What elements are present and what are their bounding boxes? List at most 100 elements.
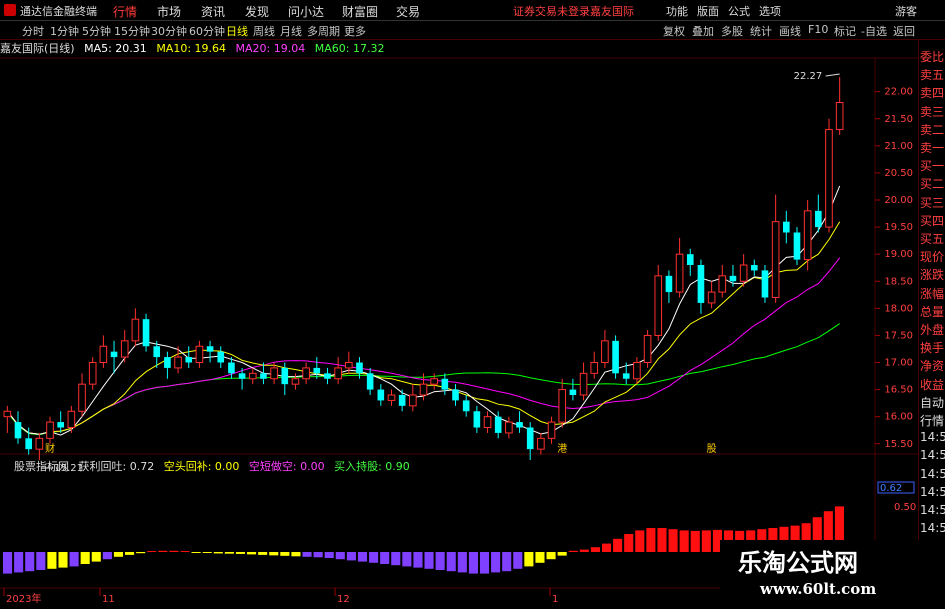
candle-body: [270, 367, 278, 380]
sidebar-label: 涨跌: [920, 268, 945, 283]
indicator-bar: [224, 552, 234, 554]
sidebar-label[interactable]: 行情: [920, 412, 944, 429]
period-15min[interactable]: 15分钟: [114, 23, 150, 39]
indicator-bar: [280, 552, 290, 556]
candle-body: [99, 345, 108, 363]
period-weekly[interactable]: 周线: [253, 23, 275, 39]
candle-body: [387, 394, 396, 401]
candle-body: [174, 356, 182, 369]
candle-body: [505, 421, 513, 434]
ma20-label: MA20: 19.04: [235, 42, 306, 55]
indicator-bar: [47, 552, 57, 569]
tool-f10[interactable]: F10: [808, 23, 828, 36]
candle-body: [601, 340, 609, 364]
candle-body: [3, 410, 12, 418]
menu-news[interactable]: 资讯: [201, 3, 225, 20]
period-intraday[interactable]: 分时: [22, 23, 44, 39]
indicator-name[interactable]: 股票指标网: [14, 460, 69, 473]
indicator-bar: [25, 552, 35, 572]
tool-watchlist[interactable]: -自选: [861, 23, 887, 39]
candle-body: [110, 351, 118, 358]
sidebar-label: 卖二: [920, 122, 945, 137]
period-1min[interactable]: 1分钟: [50, 23, 79, 39]
indicator-bar: [91, 552, 101, 562]
period-30min[interactable]: 30分钟: [151, 23, 187, 39]
tool-back[interactable]: 返回: [893, 23, 915, 39]
indicator-bar: [657, 528, 667, 552]
period-monthly[interactable]: 月线: [280, 23, 302, 39]
candle-body: [78, 383, 86, 412]
candle-body: [718, 275, 727, 293]
candle-body: [430, 378, 438, 385]
period-5min[interactable]: 5分钟: [82, 23, 111, 39]
sidebar-label: 买三: [920, 195, 945, 210]
candle-body: [164, 357, 171, 368]
sidebar-label: 卖四: [920, 86, 945, 101]
y-tick-label: 22.00: [884, 87, 913, 98]
candle-body: [558, 389, 567, 423]
tool-draw[interactable]: 画线: [779, 23, 801, 39]
candle-body: [324, 373, 331, 379]
high-price-label: 22.27: [794, 71, 823, 82]
candle-body: [622, 373, 630, 379]
ma5-label: MA5: 20.31: [84, 42, 147, 55]
period-daily[interactable]: 日线: [226, 23, 248, 39]
menu-market[interactable]: 市场: [157, 3, 181, 20]
stock-tag[interactable]: 嘉友国际: [590, 3, 634, 19]
indicator-bar: [158, 550, 168, 552]
indicator-bar: [202, 552, 212, 553]
kline-chart[interactable]: 22.2715.21财港股 22.0021.5021.0020.5020.001…: [0, 40, 945, 609]
indicator-bar: [324, 552, 334, 558]
ma20-line: [6, 257, 841, 435]
menu-guest[interactable]: 游客: [895, 3, 917, 19]
indicator-bar: [302, 552, 312, 557]
menu-layout[interactable]: 版面: [697, 3, 719, 19]
indicator-bar: [502, 552, 512, 572]
sidebar-label: 买二: [920, 177, 945, 192]
tool-stats[interactable]: 统计: [750, 23, 772, 39]
candle-body: [25, 438, 32, 450]
menu-discover[interactable]: 发现: [245, 3, 269, 20]
sidebar-label: 卖五: [920, 68, 945, 83]
tool-multi-stock[interactable]: 多股: [721, 23, 743, 39]
menu-trade[interactable]: 交易: [396, 3, 420, 20]
x-tick-label: 11: [102, 594, 115, 605]
indicator-bar: [701, 530, 711, 552]
candle-body: [142, 319, 150, 347]
indicator-bar: [346, 552, 356, 561]
candle-body: [35, 437, 44, 450]
ma10-label: MA10: 19.64: [156, 42, 227, 55]
indicator-bar: [235, 552, 246, 554]
indicator-bar: [590, 547, 600, 552]
candle-body: [228, 362, 235, 374]
candle-body: [185, 357, 193, 363]
candle-body: [547, 421, 556, 439]
menu-function[interactable]: 功能: [666, 3, 688, 19]
tool-overlay[interactable]: 叠加: [692, 23, 714, 39]
period-60min[interactable]: 60分钟: [189, 23, 225, 39]
sidebar-label: 14:5: [920, 503, 945, 517]
menu-wealth[interactable]: 财富圈: [342, 3, 378, 20]
sidebar-label[interactable]: 自动: [920, 394, 944, 411]
menu-ask[interactable]: 问小达: [288, 3, 324, 20]
candle-body: [441, 378, 449, 390]
indicator-bar: [14, 552, 24, 573]
sidebar-label: 换手: [920, 341, 945, 356]
event-marker: 财: [45, 442, 55, 455]
menu-quotes[interactable]: 行情: [113, 3, 137, 20]
tool-mark[interactable]: 标记: [834, 23, 856, 39]
login-notice[interactable]: 证券交易未登录: [513, 3, 590, 19]
sidebar-label: 买一: [920, 159, 945, 174]
period-more[interactable]: 更多: [344, 23, 366, 39]
menu-options[interactable]: 选项: [759, 3, 781, 19]
candle-body: [88, 362, 97, 385]
indicator-bar: [335, 552, 345, 560]
candle-body: [771, 221, 780, 299]
tool-adjust[interactable]: 复权: [663, 23, 685, 39]
menu-formula[interactable]: 公式: [728, 3, 750, 19]
period-multi[interactable]: 多周期: [307, 23, 340, 39]
y-tick-label: 19.50: [884, 222, 913, 233]
title-bar: 通达信金融终端 行情 市场 资讯 发现 问小达 财富圈 交易 证券交易未登录 嘉…: [0, 0, 945, 21]
candle-body: [344, 362, 353, 369]
candle-body: [739, 264, 748, 282]
